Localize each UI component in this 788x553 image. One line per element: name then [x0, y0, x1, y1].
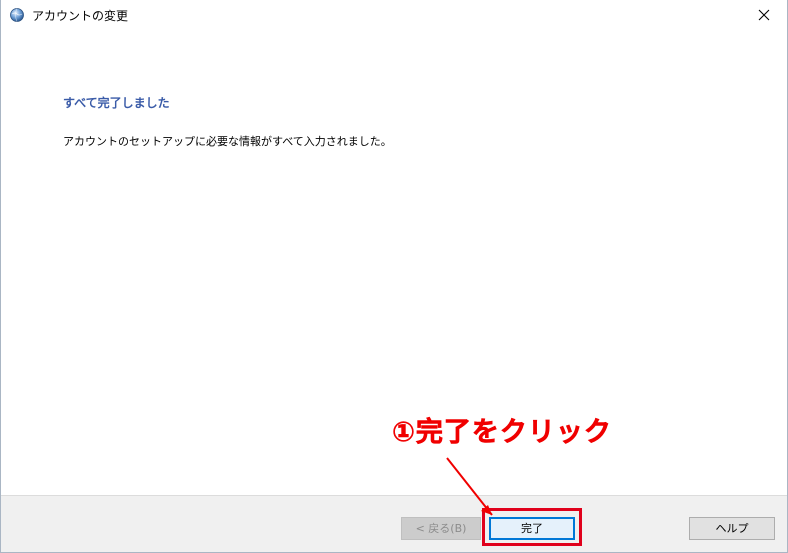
button-bar: < 戻る(B) 完了 ヘルプ: [1, 495, 787, 552]
back-button: < 戻る(B): [401, 517, 481, 540]
page-heading: すべて完了しました: [63, 96, 170, 110]
close-icon: [758, 6, 770, 25]
window-title: アカウントの変更: [32, 9, 129, 23]
close-button[interactable]: [741, 0, 787, 31]
globe-icon: [9, 7, 25, 23]
finish-button-highlight: [482, 508, 582, 546]
account-change-dialog: アカウントの変更 すべて完了しました アカウントのセットアップに必要な情報がすべ…: [0, 0, 788, 553]
help-button[interactable]: ヘルプ: [689, 517, 775, 540]
annotation-callout: ①完了をクリック: [392, 417, 612, 449]
title-bar: アカウントの変更: [1, 0, 787, 31]
completion-message: アカウントのセットアップに必要な情報がすべて入力されました。: [63, 135, 392, 148]
